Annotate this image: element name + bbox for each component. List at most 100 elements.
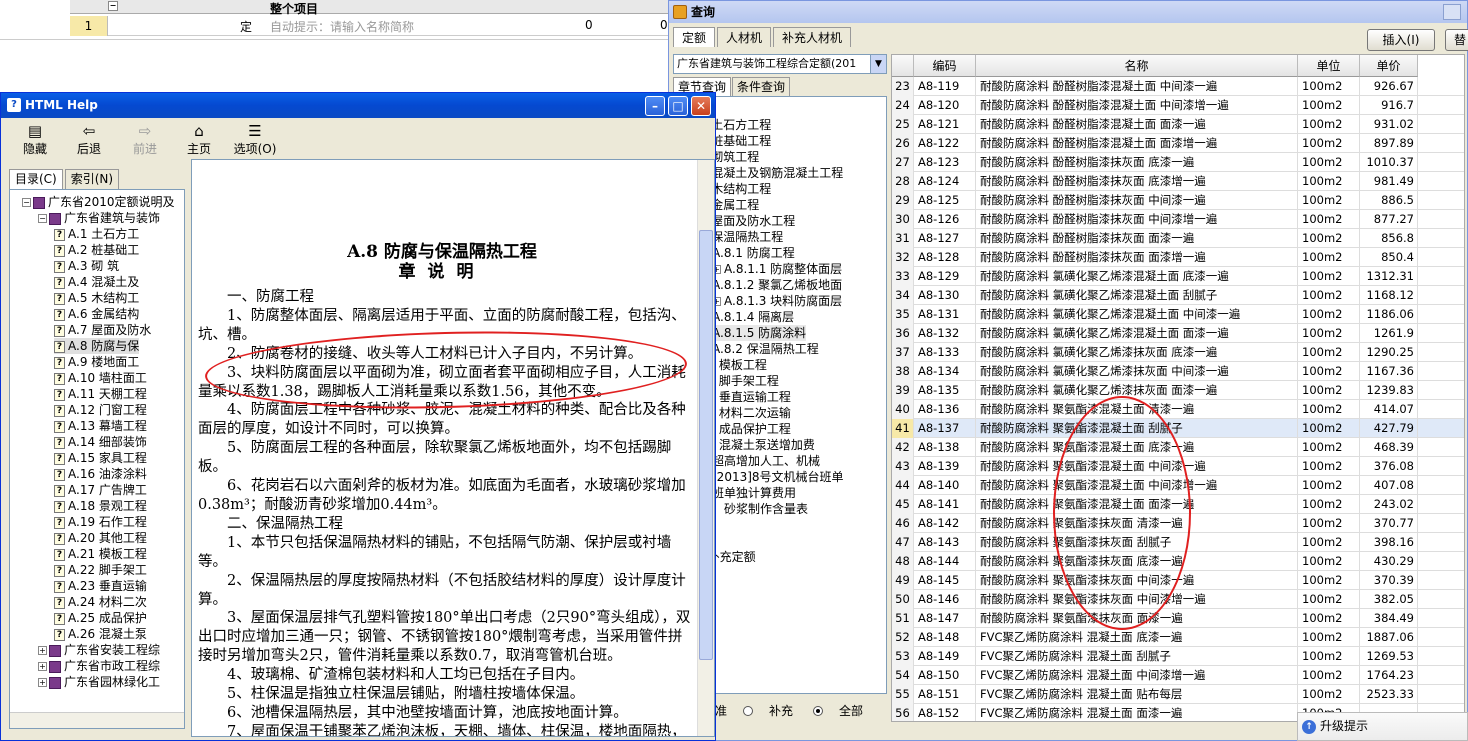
minimize-icon[interactable]: – [645,96,665,116]
chevron-down-icon[interactable]: ▼ [870,55,886,73]
tab-condition-search[interactable]: 条件查询 [732,77,791,96]
row-hint[interactable]: 自动提示：请输入名称简称 [270,18,414,35]
home-button[interactable]: ⌂ 主页 [175,122,223,158]
help-tree-item[interactable]: ? A.4 混凝土及 [54,274,139,290]
close-icon[interactable] [1443,4,1461,20]
tree-item[interactable]: A.8.1.2 聚氯乙烯板地面 [712,277,842,293]
table-row[interactable]: 43 A8-139 耐酸防腐涂料 聚氨酯漆混凝土面 中间漆一遍 100m2 376.08 [892,457,1464,476]
table-row[interactable]: 27 A8-123 耐酸防腐涂料 酚醛树脂漆抹灰面 底漆一遍 100m2 1010.37 [892,153,1464,172]
help-tree-item[interactable]: ? A.16 油漆涂料 [54,466,147,482]
table-row[interactable]: 34 A8-130 耐酸防腐涂料 氯磺化聚乙烯漆混凝土面 刮腻子 100m2 1168.… [892,286,1464,305]
help-tree-item[interactable]: ? A.17 广告牌工 [54,482,147,498]
table-row[interactable]: 33 A8-129 耐酸防腐涂料 氯磺化聚乙烯漆混凝土面 底漆一遍 100m2 1312… [892,267,1464,286]
expand-icon[interactable]: + [38,662,47,671]
help-tree-item[interactable]: ? A.1 土石方工 [54,226,139,242]
tree-horizontal-scrollbar[interactable] [10,712,184,728]
tree-item[interactable]: A.8.1.4 隔离层 [712,309,794,325]
help-tree-item[interactable]: ? A.21 模板工程 [54,546,147,562]
help-tree-item[interactable]: ? A.14 细部装饰 [54,434,147,450]
help-tree-item[interactable]: − 广东省2010定额说明及 [22,194,175,210]
hide-button[interactable]: ▤ 隐藏 [11,122,59,158]
tree-item[interactable]: + A.8.1.1 防腐整体面层 [712,261,842,277]
forward-button[interactable]: ⇨ 前进 [121,122,169,158]
column-header-name[interactable]: 名称 [976,55,1298,77]
quota-library-select[interactable]: 广东省建筑与装饰工程综合定额(201 ▼ [673,54,887,74]
table-row[interactable]: 49 A8-145 耐酸防腐涂料 聚氨酯漆抹灰面 中间漆一遍 100m2 370.39 [892,571,1464,590]
table-row[interactable]: 39 A8-135 耐酸防腐涂料 氯磺化聚乙烯漆抹灰面 面漆一遍 100m2 1239.… [892,381,1464,400]
table-row[interactable]: 41 A8-137 耐酸防腐涂料 聚氨酯漆混凝土面 刮腻子 100m2 427.79 [892,419,1464,438]
help-tree-item[interactable]: ? A.3 砌 筑 [54,258,119,274]
scrollbar-thumb[interactable] [699,230,713,660]
table-row[interactable]: 54 A8-150 FVC聚乙烯防腐涂料 混凝土面 中间漆增一遍 100m2 1764.… [892,666,1464,685]
help-tree-item[interactable]: + 广东省安装工程综 [38,642,160,658]
column-header-price[interactable]: 单价 [1360,55,1418,77]
table-row[interactable]: 42 A8-138 耐酸防腐涂料 聚氨酯漆混凝土面 底漆一遍 100m2 468.39 [892,438,1464,457]
table-row[interactable]: 40 A8-136 耐酸防腐涂料 聚氨酯漆混凝土面 清漆一遍 100m2 414.07 [892,400,1464,419]
expand-icon[interactable]: + [38,646,47,655]
project-grid-row[interactable]: 定 自动提示：请输入名称简称 0 0 [70,16,670,36]
help-tree-item[interactable]: ? A.24 材料二次 [54,594,147,610]
collapse-icon[interactable]: − [38,214,47,223]
help-tree-item[interactable]: − 广东省建筑与装饰 [38,210,160,226]
table-row[interactable]: 46 A8-142 耐酸防腐涂料 聚氨酯漆抹灰面 清漆一遍 100m2 370.77 [892,514,1464,533]
close-icon[interactable]: ✕ [691,96,711,116]
replace-button[interactable]: 替 [1445,29,1468,51]
table-row[interactable]: 50 A8-146 耐酸防腐涂料 聚氨酯漆抹灰面 中间漆增一遍 100m2 382.05 [892,590,1464,609]
column-header-code[interactable]: 编码 [914,55,976,77]
table-row[interactable]: 53 A8-149 FVC聚乙烯防腐涂料 混凝土面 刮腻子 100m2 1269.53 [892,647,1464,666]
table-row[interactable]: 25 A8-121 耐酸防腐涂料 酚醛树脂漆混凝土面 面漆一遍 100m2 931.02 [892,115,1464,134]
content-scrollbar[interactable] [697,160,714,736]
help-tree-item[interactable]: ? A.7 屋面及防水 [54,322,151,338]
collapse-icon[interactable]: − [108,1,118,11]
help-tree-item[interactable]: ? A.22 脚手架工 [54,562,147,578]
tab-supplementary-materials[interactable]: 补充人材机 [773,27,852,47]
help-tree-item[interactable]: ? A.9 楼地面工 [54,354,139,370]
tree-item[interactable]: + A.8.1.3 块料防腐面层 [712,293,842,309]
table-row[interactable]: 55 A8-151 FVC聚乙烯防腐涂料 混凝土面 贴布每层 100m2 2523.33 [892,685,1464,704]
help-tree-item[interactable]: ? A.23 垂直运输 [54,578,147,594]
radio-all[interactable] [813,706,823,716]
table-row[interactable]: 26 A8-122 耐酸防腐涂料 酚醛树脂漆混凝土面 面漆增一遍 100m2 897.8… [892,134,1464,153]
table-row[interactable]: 28 A8-124 耐酸防腐涂料 酚醛树脂漆抹灰面 底漆增一遍 100m2 981.49 [892,172,1464,191]
table-row[interactable]: 45 A8-141 耐酸防腐涂料 聚氨酯漆混凝土面 面漆一遍 100m2 243.02 [892,495,1464,514]
help-tree-item[interactable]: ? A.5 木结构工 [54,290,139,306]
table-row[interactable]: 32 A8-128 耐酸防腐涂料 酚醛树脂漆抹灰面 面漆增一遍 100m2 850.4 [892,248,1464,267]
radio-supplement[interactable] [743,706,753,716]
help-tree-item[interactable]: ? A.18 景观工程 [54,498,147,514]
help-tree-item[interactable]: ? A.2 桩基础工 [54,242,139,258]
tab-index[interactable]: 索引(N) [64,169,120,189]
table-row[interactable]: 52 A8-148 FVC聚乙烯防腐涂料 混凝土面 底漆一遍 100m2 1887.06 [892,628,1464,647]
help-tree-item[interactable]: ? A.15 家具工程 [54,450,147,466]
table-row[interactable]: 35 A8-131 耐酸防腐涂料 氯磺化聚乙烯漆混凝土面 中间漆一遍 100m2 118… [892,305,1464,324]
tab-materials[interactable]: 人材机 [717,27,772,47]
query-titlebar[interactable]: 查询 [669,1,1467,23]
help-tree-item[interactable]: ? A.26 混凝土泵 [54,626,147,642]
help-tree-item[interactable]: ? A.8 防腐与保 [54,338,140,354]
table-row[interactable]: 29 A8-125 耐酸防腐涂料 酚醛树脂漆抹灰面 中间漆一遍 100m2 886.5 [892,191,1464,210]
help-tree-item[interactable]: ? A.12 门窗工程 [54,402,147,418]
tree-item[interactable]: +A.8.2 保温隔热工程 [700,341,819,357]
upgrade-notice[interactable]: ↑ 升级提示 [1297,712,1468,741]
table-row[interactable]: 30 A8-126 耐酸防腐涂料 酚醛树脂漆抹灰面 中间漆增一遍 100m2 877.2… [892,210,1464,229]
back-button[interactable]: ⇦ 后退 [65,122,113,158]
table-row[interactable]: 24 A8-120 耐酸防腐涂料 酚醛树脂漆混凝土面 中间漆增一遍 100m2 916.… [892,96,1464,115]
help-tree-item[interactable]: ? A.6 金属结构 [54,306,139,322]
table-row[interactable]: 31 A8-127 耐酸防腐涂料 酚醛树脂漆抹灰面 面漆一遍 100m2 856.8 [892,229,1464,248]
table-row[interactable]: 51 A8-147 耐酸防腐涂料 聚氨酯漆抹灰面 面漆一遍 100m2 384.49 [892,609,1464,628]
tab-contents[interactable]: 目录(C) [9,169,63,189]
collapse-icon[interactable]: − [22,198,31,207]
help-tree-item[interactable]: ? A.19 石作工程 [54,514,147,530]
help-tree-item[interactable]: ? A.10 墙柱面工 [54,370,147,386]
insert-button[interactable]: 插入(I) [1367,29,1435,51]
table-row[interactable]: 37 A8-133 耐酸防腐涂料 氯磺化聚乙烯漆抹灰面 底漆一遍 100m2 1290.… [892,343,1464,362]
table-row[interactable]: 47 A8-143 耐酸防腐涂料 聚氨酯漆抹灰面 刮腻子 100m2 398.16 [892,533,1464,552]
table-row[interactable]: 38 A8-134 耐酸防腐涂料 氯磺化聚乙烯漆抹灰面 中间漆一遍 100m2 1167… [892,362,1464,381]
help-tree-item[interactable]: ? A.11 天棚工程 [54,386,147,402]
help-titlebar[interactable]: ? HTML Help – □ ✕ [1,93,715,118]
help-tree-item[interactable]: + 广东省园林绿化工 [38,674,160,690]
help-tree-item[interactable]: ? A.20 其他工程 [54,530,147,546]
table-row[interactable]: 36 A8-132 耐酸防腐涂料 氯磺化聚乙烯漆混凝土面 面漆一遍 100m2 1261… [892,324,1464,343]
table-row[interactable]: 44 A8-140 耐酸防腐涂料 聚氨酯漆混凝土面 中间漆增一遍 100m2 407.0… [892,476,1464,495]
options-button[interactable]: ☰ 选项(O) [229,122,281,158]
tree-item[interactable]: A.8.1.5 防腐涂料 [712,325,807,341]
